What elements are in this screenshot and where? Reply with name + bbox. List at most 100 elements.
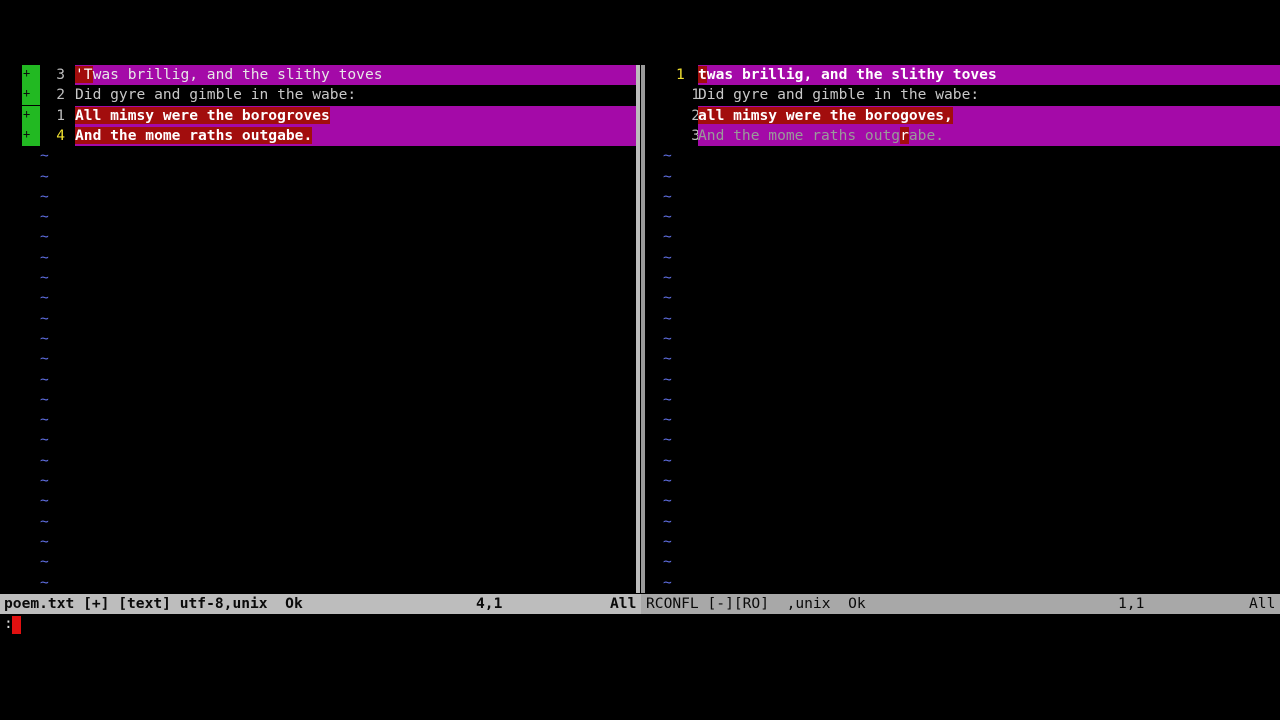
diff-text-segment: 'T <box>75 66 93 83</box>
empty-line: ~ <box>646 146 1280 166</box>
line-number: 1 <box>56 106 65 124</box>
empty-line: ~ <box>646 227 1280 247</box>
empty-line: ~ <box>0 187 636 207</box>
empty-line: ~ <box>646 471 1280 491</box>
status-right-file: RCONFL [-][RO] ,unix Ok <box>646 595 866 612</box>
line-text: And the mome raths outgrabe. <box>698 125 1280 146</box>
tilde-filler: ~ <box>40 370 49 388</box>
empty-line: ~ <box>646 573 1280 593</box>
diff-text-segment: r <box>900 126 909 144</box>
empty-line: ~ <box>646 532 1280 552</box>
tilde-filler: ~ <box>40 329 49 347</box>
tilde-filler: ~ <box>40 228 49 246</box>
line-number: 1 <box>691 86 700 104</box>
cursor <box>12 616 21 634</box>
diff-line[interactable]: 2 all mimsy were the borogoves, <box>646 105 1280 126</box>
tilde-filler: ~ <box>663 512 672 530</box>
empty-line: ~ <box>646 410 1280 430</box>
line-text: twas brillig, and the slithy toves <box>698 65 1280 85</box>
diff-text-segment: All mimsy were the borogroves <box>75 106 330 124</box>
text-segment: abe. <box>908 126 945 144</box>
empty-line: ~ <box>0 309 636 329</box>
tilde-filler: ~ <box>40 411 49 429</box>
tilde-filler: ~ <box>663 451 672 469</box>
line-text: And the mome raths outgabe. <box>75 125 636 146</box>
empty-line: ~ <box>0 227 636 247</box>
tilde-filler: ~ <box>40 147 49 165</box>
tilde-filler: ~ <box>40 532 49 550</box>
tilde-filler: ~ <box>40 350 49 368</box>
tilde-filler: ~ <box>663 167 672 185</box>
tilde-filler: ~ <box>663 350 672 368</box>
line-number: 3 <box>691 126 700 144</box>
empty-line: ~ <box>0 512 636 532</box>
tilde-filler: ~ <box>40 309 49 327</box>
empty-line: ~ <box>0 451 636 471</box>
empty-line: ~ <box>646 248 1280 268</box>
command-line[interactable]: : <box>0 614 1280 634</box>
empty-line: ~ <box>0 268 636 288</box>
diff-line[interactable]: +4 And the mome raths outgabe. <box>0 125 636 146</box>
empty-line: ~ <box>646 390 1280 410</box>
empty-line: ~ <box>0 329 636 349</box>
empty-line: ~ <box>646 430 1280 450</box>
diff-line[interactable]: +1 All mimsy were the borogroves <box>0 105 636 126</box>
diff-line[interactable]: +2 Did gyre and gimble in the wabe: <box>0 85 636 106</box>
status-right-position: 1,1 <box>1118 595 1145 612</box>
tilde-filler: ~ <box>663 573 672 591</box>
text-segment: And the mome raths outg <box>698 126 901 144</box>
tilde-filler: ~ <box>40 187 49 205</box>
empty-line: ~ <box>0 288 636 308</box>
tilde-filler: ~ <box>663 411 672 429</box>
diff-line[interactable]: +3 'Twas brillig, and the slithy toves <box>0 65 636 85</box>
empty-line: ~ <box>0 370 636 390</box>
line-number: 1 <box>676 66 685 83</box>
text-segment: Did gyre and gimble in the wabe: <box>75 86 357 104</box>
tilde-filler: ~ <box>663 248 672 266</box>
left-diff-window[interactable]: +3 'Twas brillig, and the slithy toves +2 D… <box>0 65 636 593</box>
status-left-scroll: All <box>610 595 637 612</box>
tilde-filler: ~ <box>40 248 49 266</box>
text-segment: Did gyre and gimble in the wabe: <box>698 86 980 104</box>
tilde-filler: ~ <box>663 147 672 165</box>
vertical-split-separator[interactable] <box>636 65 646 593</box>
diff-text-segment: And the mome raths outgabe. <box>75 126 313 144</box>
text-segment: was brillig, and the slithy toves <box>706 66 997 83</box>
diff-line[interactable]: 1 twas brillig, and the slithy toves <box>646 65 1280 85</box>
status-right-scroll: All <box>1249 595 1276 612</box>
status-line-right: RCONFL [-][RO] ,unix Ok 1,1 All <box>641 594 1280 614</box>
empty-line: ~ <box>0 491 636 511</box>
line-number: 3 <box>56 66 65 83</box>
diff-add-sign: + <box>22 125 40 146</box>
line-text: all mimsy were the borogoves, <box>698 105 1280 126</box>
tilde-filler: ~ <box>40 492 49 510</box>
tilde-filler: ~ <box>663 431 672 449</box>
tilde-filler: ~ <box>40 269 49 286</box>
diff-add-sign: + <box>22 105 40 126</box>
empty-line: ~ <box>646 288 1280 308</box>
status-left-position: 4,1 <box>476 595 503 612</box>
line-text: Did gyre and gimble in the wabe: <box>698 85 1280 105</box>
tilde-filler: ~ <box>663 370 672 388</box>
empty-line: ~ <box>646 491 1280 511</box>
empty-line: ~ <box>646 187 1280 207</box>
empty-line: ~ <box>0 167 636 187</box>
tilde-filler: ~ <box>663 553 672 571</box>
empty-line: ~ <box>646 309 1280 329</box>
tilde-filler: ~ <box>40 289 49 307</box>
tilde-filler: ~ <box>40 553 49 571</box>
tilde-filler: ~ <box>40 390 49 408</box>
tilde-filler: ~ <box>663 309 672 327</box>
right-diff-window[interactable]: 1 twas brillig, and the slithy toves 1 Did … <box>646 65 1280 593</box>
empty-line: ~ <box>646 167 1280 187</box>
tilde-filler: ~ <box>40 472 49 489</box>
empty-line: ~ <box>646 349 1280 369</box>
tilde-filler: ~ <box>663 228 672 246</box>
tilde-filler: ~ <box>40 451 49 469</box>
diff-line[interactable]: 3 And the mome raths outgrabe. <box>646 125 1280 146</box>
empty-line: ~ <box>646 451 1280 471</box>
tilde-filler: ~ <box>40 208 49 226</box>
diff-line[interactable]: 1 Did gyre and gimble in the wabe: <box>646 85 1280 105</box>
line-number: 4 <box>56 126 65 144</box>
empty-line: ~ <box>0 532 636 552</box>
